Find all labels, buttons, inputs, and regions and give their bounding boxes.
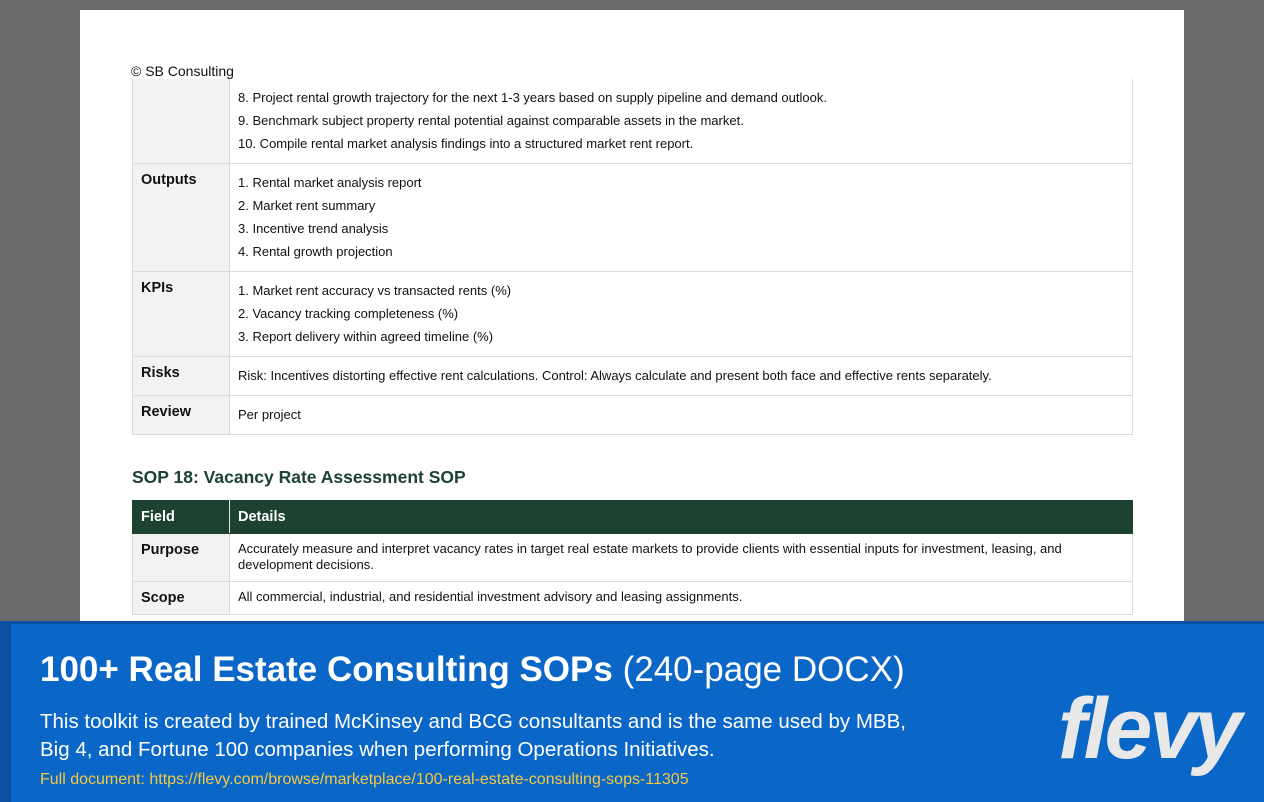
details-cell: 1. Market rent accuracy vs transacted re… [229, 271, 1133, 357]
table-row: Scope All commercial, industrial, and re… [132, 581, 1133, 615]
table-row: 8. Project rental growth trajectory for … [132, 79, 1133, 164]
detail-line: Accurately measure and interpret vacancy… [238, 541, 1062, 572]
detail-line: 2. Market rent summary [238, 198, 376, 213]
details-cell: 8. Project rental growth trajectory for … [229, 79, 1133, 164]
document-page: © SB Consulting 8. Project rental growth… [80, 10, 1184, 630]
sop18-heading: SOP 18: Vacancy Rate Assessment SOP [132, 467, 466, 487]
promo-banner: 100+ Real Estate Consulting SOPs (240-pa… [0, 621, 1264, 802]
header-field: Field [132, 500, 230, 534]
details-cell: 1. Rental market analysis report 2. Mark… [229, 163, 1133, 272]
field-cell: Risks [132, 356, 230, 396]
detail-line: 3. Incentive trend analysis [238, 221, 389, 236]
detail-line: Per project [238, 407, 301, 422]
banner-title-light: (240-page DOCX) [622, 650, 905, 689]
table-row: Outputs 1. Rental market analysis report… [132, 163, 1133, 272]
detail-line: 10. Compile rental market analysis findi… [238, 136, 694, 151]
detail-line: 2. Vacancy tracking completeness (%) [238, 306, 459, 321]
table-row: Risks Risk: Incentives distorting effect… [132, 356, 1133, 396]
flevy-logo: flevy [1058, 681, 1242, 777]
banner-edge [0, 624, 11, 802]
field-cell [132, 79, 230, 164]
sop18-table: Field Details Purpose Accurately measure… [132, 500, 1133, 615]
banner-description: This toolkit is created by trained McKin… [40, 710, 906, 761]
field-cell: Scope [132, 581, 230, 615]
table-row: KPIs 1. Market rent accuracy vs transact… [132, 271, 1133, 357]
banner-title: 100+ Real Estate Consulting SOPs (240-pa… [40, 650, 905, 690]
detail-line: 1. Market rent accuracy vs transacted re… [238, 283, 512, 298]
table-header-row: Field Details [132, 500, 1133, 534]
detail-line: 1. Rental market analysis report [238, 175, 422, 190]
header-details: Details [229, 500, 1133, 534]
detail-line: Risk: Incentives distorting effective re… [238, 368, 992, 383]
field-cell: Outputs [132, 163, 230, 272]
detail-line: 3. Report delivery within agreed timelin… [238, 329, 494, 344]
details-cell: All commercial, industrial, and resident… [229, 581, 1133, 615]
field-cell: KPIs [132, 271, 230, 357]
detail-line: 4. Rental growth projection [238, 244, 393, 259]
banner-title-bold: 100+ Real Estate Consulting SOPs [40, 650, 613, 689]
table-row: Review Per project [132, 395, 1133, 435]
field-cell: Review [132, 395, 230, 435]
details-cell: Accurately measure and interpret vacancy… [229, 533, 1133, 582]
detail-line: 9. Benchmark subject property rental pot… [238, 113, 744, 128]
detail-line: All commercial, industrial, and resident… [238, 589, 743, 604]
detail-line: 8. Project rental growth trajectory for … [238, 90, 827, 105]
copyright-text: © SB Consulting [131, 63, 234, 79]
sop17-table: 8. Project rental growth trajectory for … [132, 79, 1133, 435]
full-document-link[interactable]: Full document: https://flevy.com/browse/… [40, 771, 689, 789]
details-cell: Per project [229, 395, 1133, 435]
details-cell: Risk: Incentives distorting effective re… [229, 356, 1133, 396]
field-cell: Purpose [132, 533, 230, 582]
table-row: Purpose Accurately measure and interpret… [132, 533, 1133, 582]
